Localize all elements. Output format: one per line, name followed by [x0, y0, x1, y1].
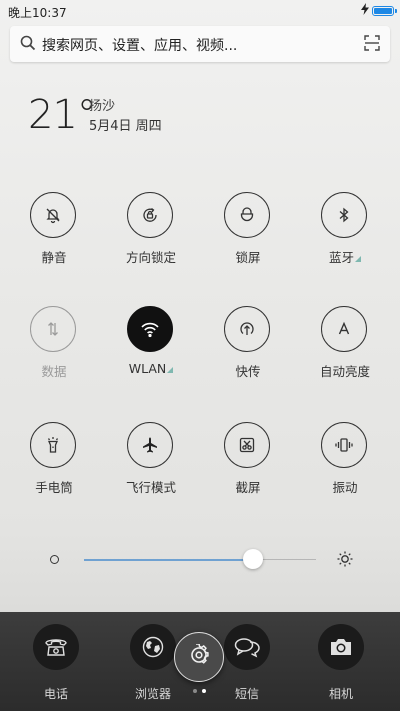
brightness-high-icon — [336, 550, 354, 572]
bluetooth-icon — [321, 192, 367, 238]
toggle-lock-screen-label: 锁屏 — [235, 250, 261, 265]
status-bar: 晚上10:37 — [0, 0, 400, 24]
settings-button[interactable] — [174, 632, 224, 682]
app-browser-label: 浏览器 — [134, 687, 171, 701]
toggle-auto-brightness-label: 自动亮度 — [319, 364, 370, 379]
app-camera-label: 相机 — [328, 687, 353, 701]
camera-icon — [318, 624, 364, 670]
toggle-bluetooth-label: 蓝牙 — [300, 247, 390, 266]
toggle-airplane-mode[interactable]: 飞行模式 — [106, 422, 196, 502]
more-options-indicator — [355, 256, 361, 262]
flashlight-icon — [30, 422, 76, 468]
app-phone[interactable]: 电话 — [16, 612, 96, 711]
toggle-bluetooth[interactable]: 蓝牙 — [300, 192, 390, 272]
toggle-wlan-label: WLAN — [106, 361, 196, 376]
toggle-screenshot-label: 截屏 — [235, 480, 261, 495]
mobile-data-icon — [30, 306, 76, 352]
rotation-lock-icon — [127, 192, 173, 238]
status-time: 晚上10:37 — [8, 6, 67, 20]
vibrate-icon — [321, 422, 367, 468]
brightness-low-icon — [50, 555, 59, 564]
toggle-airplane-mode-label: 飞行模式 — [125, 480, 176, 495]
wifi-icon — [127, 306, 173, 352]
lock-icon — [224, 192, 270, 238]
brightness-thumb[interactable] — [243, 549, 264, 569]
toggle-mobile-data-label: 数据 — [41, 364, 67, 379]
toggle-mobile-data[interactable]: 数据 — [9, 306, 99, 386]
quick-transfer-icon — [224, 306, 270, 352]
scan-icon[interactable] — [364, 35, 380, 55]
screenshot-icon — [224, 422, 270, 468]
browser-icon — [130, 624, 176, 670]
app-camera[interactable]: 相机 — [301, 612, 381, 711]
date: 5月4日 周四 — [89, 119, 162, 134]
auto-brightness-icon — [321, 306, 367, 352]
toggle-vibrate[interactable]: 振动 — [300, 422, 390, 502]
charging-icon — [361, 3, 369, 18]
page-dot — [202, 689, 206, 693]
toggle-flashlight[interactable]: 手电筒 — [9, 422, 99, 502]
search-icon — [20, 35, 36, 55]
page-dot — [193, 689, 197, 693]
bell-mute-icon — [30, 192, 76, 238]
toggle-quick-transfer[interactable]: 快传 — [203, 306, 293, 386]
brightness-fill — [84, 558, 254, 561]
phone-icon — [33, 624, 79, 670]
message-icon — [224, 624, 270, 670]
page-indicator — [193, 689, 213, 695]
temperature[interactable]: 21° — [28, 92, 97, 138]
brightness-track[interactable] — [84, 558, 316, 561]
toggle-flashlight-label: 手电筒 — [35, 480, 73, 495]
toggle-mute[interactable]: 静音 — [9, 192, 99, 272]
app-phone-label: 电话 — [43, 687, 68, 701]
toggle-quick-transfer-label: 快传 — [235, 364, 261, 379]
toggle-wlan[interactable]: WLAN — [106, 306, 196, 386]
toggle-lock-screen[interactable]: 锁屏 — [203, 192, 293, 272]
search-bar[interactable]: 搜索网页、设置、应用、视频... — [10, 26, 390, 62]
search-input[interactable]: 搜索网页、设置、应用、视频... — [42, 35, 237, 55]
toggle-mute-label: 静音 — [41, 250, 67, 265]
toggle-vibrate-label: 振动 — [332, 480, 358, 495]
battery-icon — [372, 6, 397, 16]
weather-condition: 扬沙 — [89, 99, 116, 114]
more-options-indicator — [167, 367, 174, 373]
airplane-icon — [127, 422, 173, 468]
toggle-auto-brightness[interactable]: 自动亮度 — [300, 306, 390, 386]
toggle-rotation-lock[interactable]: 方向锁定 — [106, 192, 196, 272]
app-messages-label: 短信 — [234, 687, 259, 701]
toggle-rotation-lock-label: 方向锁定 — [125, 250, 176, 265]
settings-icon — [188, 643, 210, 670]
toggle-screenshot[interactable]: 截屏 — [203, 422, 293, 502]
brightness-slider[interactable] — [0, 540, 400, 580]
